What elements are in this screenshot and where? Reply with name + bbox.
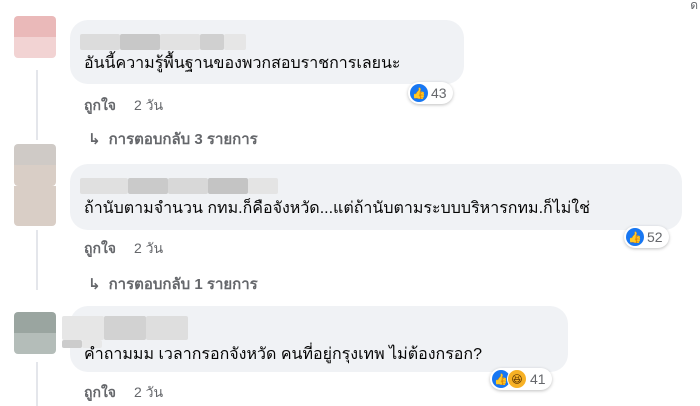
name-block [146, 316, 188, 340]
reaction-summary[interactable]: 👍 43 [408, 82, 453, 104]
reaction-summary[interactable]: 👍 😆 41 [490, 368, 552, 390]
name-block [168, 178, 208, 194]
avatar[interactable] [14, 312, 56, 354]
comment-bubble [70, 20, 464, 84]
timestamp[interactable]: 2 วัน [134, 97, 163, 113]
comment-text: อันนี้ความรู้พื้นฐานของพวกสอบราชการเลยนะ [84, 55, 401, 72]
reaction-summary[interactable]: 👍 52 [624, 226, 669, 248]
reaction-count: 52 [647, 229, 663, 245]
name-block [62, 340, 82, 348]
avatar-top [14, 144, 56, 165]
avatar-top [14, 16, 56, 37]
avatar-lower-fill [14, 186, 56, 226]
avatar-bottom [14, 165, 56, 186]
like-button[interactable]: ถูกใจ [84, 384, 116, 400]
name-block [120, 34, 160, 50]
name-block [128, 178, 168, 194]
name-block [160, 34, 200, 50]
avatar-bottom [14, 333, 56, 354]
avatar-top [14, 312, 56, 333]
like-button[interactable]: ถูกใจ [84, 240, 116, 256]
replies-label: การตอบกลับ 3 รายการ [108, 131, 258, 148]
comment-actions: ถูกใจ 2 วัน [84, 382, 163, 404]
reply-arrow-icon: ↳ [88, 276, 101, 293]
name-block [224, 34, 246, 50]
thread-line [36, 230, 38, 290]
name-block [104, 316, 146, 340]
comment-bubble [70, 164, 682, 230]
thread-line [36, 362, 38, 406]
avatar-lower [14, 186, 56, 226]
comment-text: คำถามมม เวลากรอกจังหวัด คนที่อยู่กรุงเทพ… [84, 346, 482, 363]
timestamp[interactable]: 2 วัน [134, 384, 163, 400]
name-block [208, 178, 248, 194]
reaction-count: 43 [431, 85, 447, 101]
replies-label: การตอบกลับ 1 รายการ [108, 276, 258, 293]
name-block [80, 178, 128, 194]
avatar-bottom [14, 37, 56, 58]
like-button[interactable]: ถูกใจ [84, 97, 116, 113]
view-replies-link[interactable]: ↳ การตอบกลับ 3 รายการ [88, 127, 258, 151]
reaction-count: 41 [530, 371, 546, 387]
comment-actions: ถูกใจ 2 วัน [84, 95, 163, 117]
avatar[interactable] [14, 16, 56, 58]
name-block [80, 34, 120, 50]
name-block [62, 316, 104, 340]
haha-icon: 😆 [507, 369, 527, 389]
comment-text: ถ้านับตามจำนวน กทม.ก็คือจังหวัด...แต่ถ้า… [84, 200, 590, 217]
like-icon: 👍 [410, 84, 428, 102]
like-icon: 👍 [626, 228, 644, 246]
comment-actions: ถูกใจ 2 วัน [84, 238, 163, 260]
top-right-fragment: ด [690, 0, 698, 12]
reply-arrow-icon: ↳ [88, 131, 101, 148]
name-block [200, 34, 224, 50]
timestamp[interactable]: 2 วัน [134, 240, 163, 256]
name-block [248, 178, 278, 194]
thread-line [36, 70, 38, 140]
avatar[interactable] [14, 144, 56, 186]
view-replies-link[interactable]: ↳ การตอบกลับ 1 รายการ [88, 272, 258, 296]
